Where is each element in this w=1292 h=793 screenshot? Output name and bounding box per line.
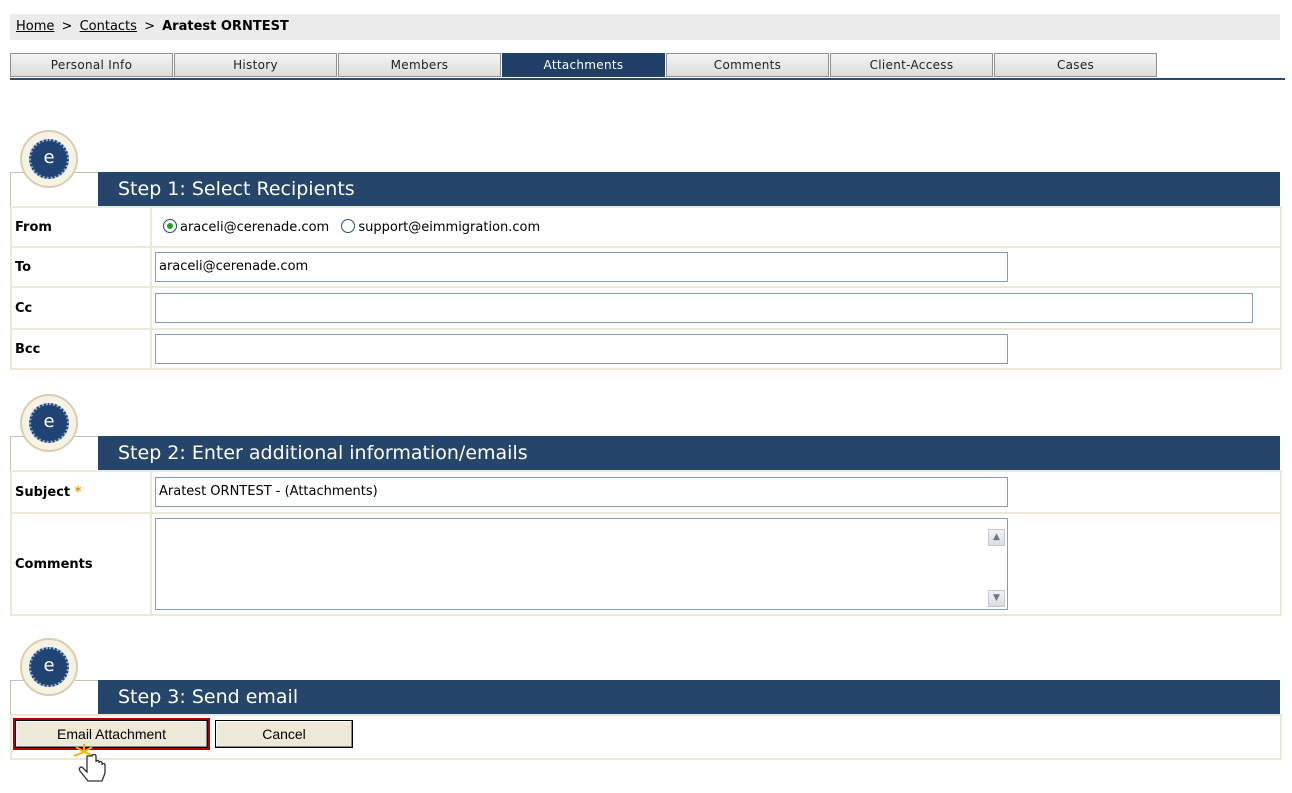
breadcrumb-current: Aratest ORNTEST xyxy=(162,19,289,34)
step1-header: Step 1: Select Recipients e xyxy=(10,130,1280,206)
emblem-letter: e xyxy=(29,647,69,687)
step3-header: Step 3: Send email e xyxy=(10,638,1280,714)
to-row: To araceli@cerenade.com xyxy=(10,246,1282,288)
emblem-icon: e xyxy=(20,638,78,696)
from-option-2-label[interactable]: support@eimmigration.com xyxy=(358,220,540,235)
emblem-letter: e xyxy=(29,139,69,179)
subject-row: Subject * Aratest ORNTEST - (Attachments… xyxy=(10,470,1282,514)
from-radio-2[interactable] xyxy=(341,219,356,233)
subject-label: Subject xyxy=(15,484,71,500)
hand-cursor-icon xyxy=(73,744,106,782)
step3-title: Step 3: Send email xyxy=(98,680,1280,714)
tab-members[interactable]: Members xyxy=(338,53,501,77)
step2-header: Step 2: Enter additional information/ema… xyxy=(10,394,1280,470)
breadcrumb-separator: > xyxy=(61,19,73,34)
breadcrumb-home-link[interactable]: Home xyxy=(16,19,54,34)
from-row: From araceli@cerenade.com support@eimmig… xyxy=(10,206,1282,248)
step2-title: Step 2: Enter additional information/ema… xyxy=(98,436,1280,470)
tab-comments[interactable]: Comments xyxy=(666,53,829,77)
subject-field[interactable]: Aratest ORNTEST - (Attachments) xyxy=(155,477,1008,507)
tab-cases[interactable]: Cases xyxy=(994,53,1157,77)
cc-field[interactable] xyxy=(155,293,1253,323)
emblem-letter: e xyxy=(29,403,69,443)
bcc-field[interactable] xyxy=(155,334,1008,364)
from-label: From xyxy=(10,206,152,248)
tab-bar: Personal Info History Members Attachment… xyxy=(10,53,1285,80)
comments-row: Comments ▲ ▼ xyxy=(10,512,1282,616)
tab-history[interactable]: History xyxy=(174,53,337,77)
cc-row: Cc xyxy=(10,286,1282,330)
tab-personal-info[interactable]: Personal Info xyxy=(10,53,173,77)
to-label: To xyxy=(10,246,152,288)
breadcrumb: Home > Contacts > Aratest ORNTEST xyxy=(10,14,1280,40)
scroll-down-icon[interactable]: ▼ xyxy=(988,590,1005,607)
comments-textarea[interactable]: ▲ ▼ xyxy=(155,518,1008,610)
comments-label: Comments xyxy=(10,512,152,616)
info-table: Subject * Aratest ORNTEST - (Attachments… xyxy=(10,470,1282,616)
send-actions: Email Attachment Cancel xyxy=(10,714,1282,760)
emblem-icon: e xyxy=(20,394,78,452)
recipients-table: From araceli@cerenade.com support@eimmig… xyxy=(10,206,1282,370)
from-option-1-label[interactable]: araceli@cerenade.com xyxy=(180,220,329,235)
tab-attachments[interactable]: Attachments xyxy=(502,53,665,77)
breadcrumb-separator: > xyxy=(144,19,155,34)
cancel-button[interactable]: Cancel xyxy=(215,720,353,748)
breadcrumb-contacts-link[interactable]: Contacts xyxy=(80,19,137,34)
tab-client-access[interactable]: Client-Access xyxy=(830,53,993,77)
required-star-icon: * xyxy=(74,484,82,500)
emblem-icon: e xyxy=(20,130,78,188)
cc-label: Cc xyxy=(10,286,152,330)
from-radio-1[interactable] xyxy=(163,219,177,233)
bcc-row: Bcc xyxy=(10,328,1282,370)
step1-title: Step 1: Select Recipients xyxy=(98,172,1280,206)
scroll-up-icon[interactable]: ▲ xyxy=(988,529,1005,546)
from-options: araceli@cerenade.com support@eimmigratio… xyxy=(150,206,1282,248)
to-field[interactable]: araceli@cerenade.com xyxy=(155,252,1008,282)
bcc-label: Bcc xyxy=(10,328,152,370)
